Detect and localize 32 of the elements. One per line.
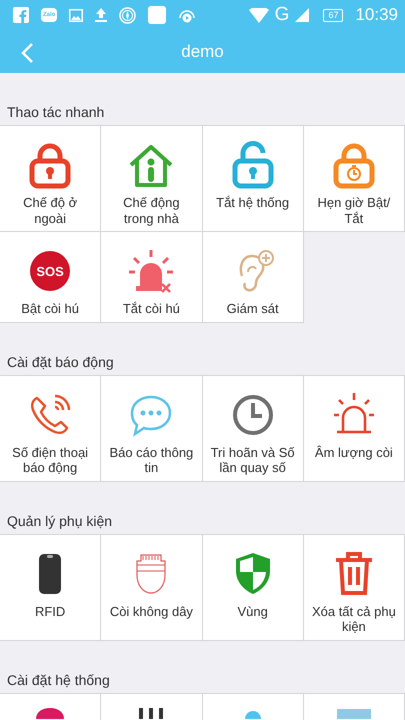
signal-icon bbox=[295, 8, 310, 22]
section-title: Cài đặt hệ thống bbox=[6, 670, 111, 690]
tile-button[interactable]: Vùng bbox=[202, 534, 304, 640]
tile-button[interactable]: Hẹn giờ Bật/ Tắt bbox=[304, 126, 405, 232]
back-icon bbox=[20, 42, 34, 64]
section-title: Cài đặt báo động bbox=[6, 352, 115, 372]
network-type: G bbox=[274, 4, 290, 26]
tile-button[interactable]: Tri hoãn và Số lần quay số bbox=[202, 376, 304, 482]
tile-button[interactable]: SOS Bật còi hú bbox=[0, 232, 102, 322]
app-icon bbox=[148, 6, 166, 24]
section-title: Quản lý phụ kiện bbox=[6, 512, 114, 531]
tile-button[interactable]: Số điện thoại báo động bbox=[0, 376, 102, 482]
section-title: Thao tác nhanh bbox=[6, 103, 106, 122]
facebook-icon bbox=[13, 7, 29, 23]
tile-button[interactable]: Tắt hệ thống bbox=[202, 126, 304, 232]
tile-button[interactable]: Xóa tất cả phụ kiện bbox=[304, 534, 405, 640]
sos-icon: SOS bbox=[30, 251, 70, 291]
tile-button[interactable]: Chế độ ở ngoài bbox=[0, 126, 102, 232]
tile-button[interactable]: Tắt còi hú bbox=[101, 232, 202, 322]
tile-button[interactable]: Còi không dây bbox=[101, 534, 202, 640]
compass-icon bbox=[119, 6, 136, 24]
wifi-icon bbox=[248, 8, 269, 22]
screen-title: demo bbox=[181, 42, 224, 62]
upload-icon bbox=[95, 8, 108, 22]
image-icon bbox=[69, 8, 84, 22]
tile-button[interactable]: Giám sát bbox=[202, 232, 304, 322]
tile-button[interactable]: RFID bbox=[0, 534, 102, 640]
clock-time: 10:39 bbox=[355, 5, 398, 25]
tile-button[interactable]: Chế động trong nhà bbox=[101, 126, 202, 232]
battery-icon: 67 bbox=[323, 8, 344, 22]
tile-button[interactable]: Âm lượng còi bbox=[304, 376, 405, 482]
tile-button[interactable]: Báo cáo thông tin bbox=[101, 376, 202, 482]
